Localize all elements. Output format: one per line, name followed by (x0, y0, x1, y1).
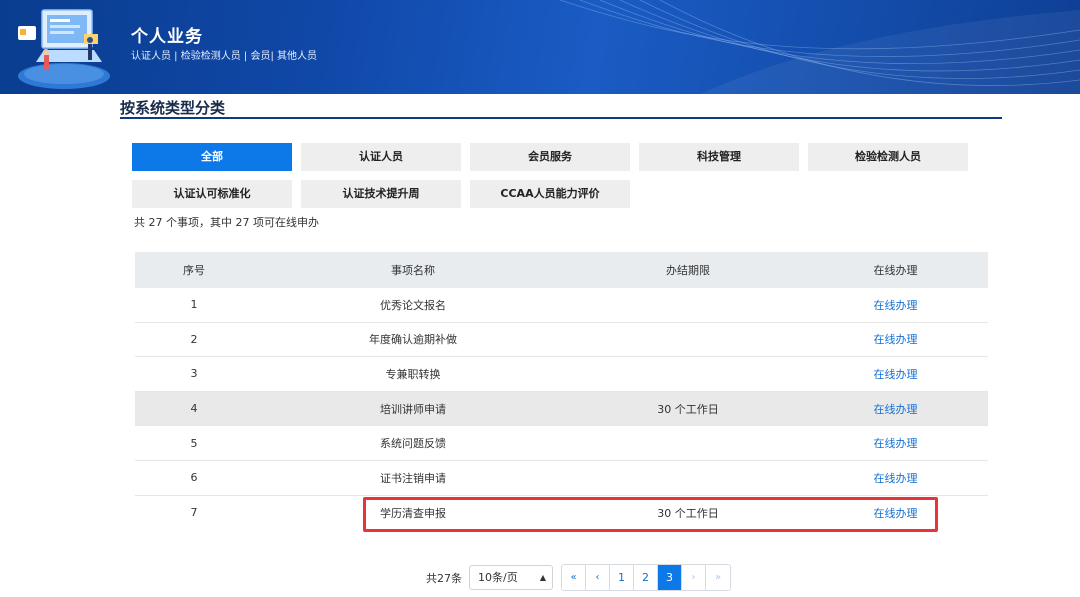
row-name: 培训讲师申请 (380, 402, 446, 416)
page-button-1[interactable]: 1 (610, 565, 634, 590)
section-divider (120, 117, 1002, 119)
last-page-button[interactable]: » (706, 565, 730, 590)
row-number: 3 (190, 367, 198, 381)
online-handle-link[interactable]: 在线办理 (874, 507, 918, 520)
pagination-total: 共27条 (426, 572, 462, 585)
row-number: 6 (190, 471, 198, 485)
row-number: 1 (190, 298, 198, 312)
online-handle-link[interactable]: 在线办理 (874, 403, 918, 416)
page-button-2[interactable]: 2 (634, 565, 658, 590)
category-ccaa-evaluation-button[interactable]: CCAA人员能力评价 (470, 180, 630, 208)
column-header-online: 在线办理 (873, 264, 918, 277)
table-row: 3 专兼职转换 在线办理 (135, 357, 988, 392)
prev-page-button[interactable]: ‹ (586, 565, 610, 590)
row-name: 学历清查申报 (380, 506, 446, 520)
header-banner: 个人业务 认证人员 | 检验检测人员 | 会员| 其他人员 (0, 0, 1080, 94)
row-name: 年度确认逾期补做 (369, 333, 457, 347)
page-subtitle: 认证人员 | 检验检测人员 | 会员| 其他人员 (131, 51, 318, 62)
table-row: 7 学历清查申报 30 个工作日 在线办理 (135, 496, 988, 531)
category-tech-management-button[interactable]: 科技管理 (639, 143, 799, 171)
category-inspection-personnel-button[interactable]: 检验检测人员 (808, 143, 968, 171)
first-page-button[interactable]: « (562, 565, 586, 590)
row-number: 2 (190, 332, 198, 346)
category-member-services-button[interactable]: 会员服务 (470, 143, 630, 171)
page-title: 个人业务 (131, 27, 203, 47)
page-size-value: 10条/页 (478, 571, 518, 584)
table-header: 序号 事项名称 办结期限 在线办理 (135, 252, 988, 288)
row-number: 7 (190, 506, 198, 520)
online-handle-link[interactable]: 在线办理 (874, 368, 918, 381)
select-arrows-icon: ▲▼ (539, 573, 546, 597)
column-header-number: 序号 (183, 264, 205, 277)
page-button-3-current[interactable]: 3 (658, 565, 682, 590)
next-page-button[interactable]: › (682, 565, 706, 590)
row-number: 4 (190, 402, 198, 416)
page: 个人业务 认证人员 | 检验检测人员 | 会员| 其他人员 按系统类型分类 全部… (0, 0, 1080, 597)
row-name: 专兼职转换 (385, 367, 441, 381)
category-tech-week-button[interactable]: 认证技术提升周 (301, 180, 461, 208)
category-certified-personnel-button[interactable]: 认证人员 (301, 143, 461, 171)
table-row: 2 年度确认逾期补做 在线办理 (135, 323, 988, 358)
category-all-button[interactable]: 全部 (132, 143, 292, 171)
business-illustration-icon (18, 9, 110, 89)
table-row: 1 优秀论文报名 在线办理 (135, 288, 988, 323)
table-row: 6 证书注销申请 在线办理 (135, 461, 988, 496)
online-handle-link[interactable]: 在线办理 (874, 472, 918, 485)
row-deadline: 30 个工作日 (657, 506, 719, 520)
online-handle-link[interactable]: 在线办理 (874, 299, 918, 312)
page-size-select[interactable]: 10条/页 ▲▼ (469, 565, 553, 597)
row-name: 优秀论文报名 (380, 298, 446, 312)
row-deadline: 30 个工作日 (657, 402, 719, 416)
table-row-hovered: 4 培训讲师申请 30 个工作日 在线办理 (135, 391, 988, 427)
pagination: « ‹ 1 2 3 › » (561, 564, 731, 591)
online-handle-link[interactable]: 在线办理 (874, 437, 918, 450)
column-header-deadline: 办结期限 (666, 264, 710, 277)
column-header-name: 事项名称 (391, 264, 435, 277)
row-name: 证书注销申请 (380, 471, 446, 485)
online-handle-link[interactable]: 在线办理 (874, 333, 918, 346)
items-summary: 共 27 个事项，其中 27 项可在线申办 (134, 216, 319, 229)
services-table: 序号 事项名称 办结期限 在线办理 1 优秀论文报名 在线办理 2 年度确认逾期… (135, 252, 988, 530)
section-title: 按系统类型分类 (120, 99, 226, 117)
row-number: 5 (190, 436, 198, 450)
row-name: 系统问题反馈 (380, 437, 446, 451)
table-row: 5 系统问题反馈 在线办理 (135, 426, 988, 461)
category-standardization-button[interactable]: 认证认可标准化 (132, 180, 292, 208)
